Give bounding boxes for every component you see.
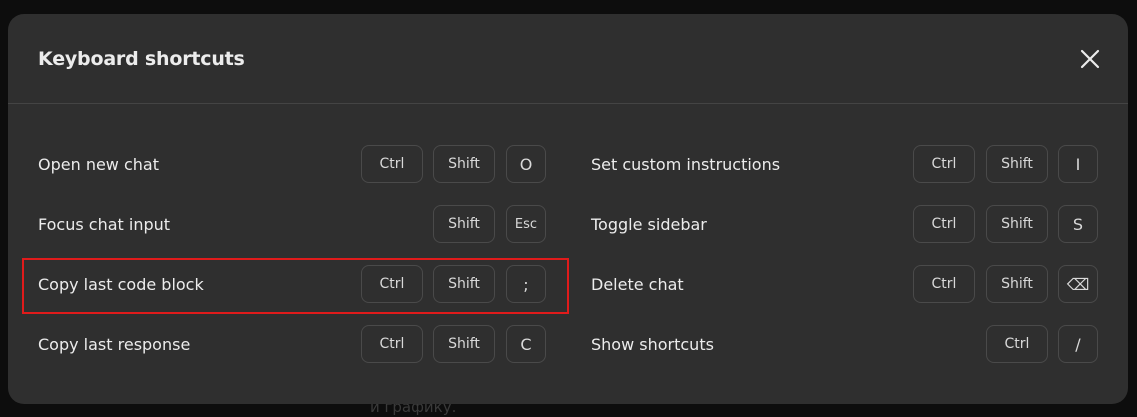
shortcut-label: Copy last response	[38, 335, 191, 354]
key-ctrl: Ctrl	[361, 145, 423, 183]
shortcut-row-set-custom-instructions: Set custom instructions Ctrl Shift I	[591, 145, 1101, 185]
shortcut-row-toggle-sidebar: Toggle sidebar Ctrl Shift S	[591, 205, 1101, 245]
key-shift: Shift	[986, 265, 1048, 303]
shortcut-row-copy-last-response: Copy last response Ctrl Shift C	[38, 325, 548, 365]
shortcut-label: Delete chat	[591, 275, 684, 294]
key-ctrl: Ctrl	[986, 325, 1048, 363]
key-ctrl: Ctrl	[913, 205, 975, 243]
close-button[interactable]	[1078, 47, 1102, 71]
shortcut-row-focus-chat-input: Focus chat input Shift Esc	[38, 205, 548, 245]
dialog-header: Keyboard shortcuts	[8, 14, 1128, 104]
shortcut-row-open-new-chat: Open new chat Ctrl Shift O	[38, 145, 548, 185]
key-ctrl: Ctrl	[361, 325, 423, 363]
close-icon	[1080, 49, 1100, 69]
key-slash: /	[1058, 325, 1098, 363]
key-i: I	[1058, 145, 1098, 183]
key-c: C	[506, 325, 546, 363]
shortcut-label: Show shortcuts	[591, 335, 714, 354]
shortcut-label: Open new chat	[38, 155, 159, 174]
key-esc: Esc	[506, 205, 546, 243]
shortcut-label: Focus chat input	[38, 215, 171, 234]
key-ctrl: Ctrl	[913, 145, 975, 183]
shortcut-row-delete-chat: Delete chat Ctrl Shift ⌫	[591, 265, 1101, 305]
key-s: S	[1058, 205, 1098, 243]
dialog-title: Keyboard shortcuts	[38, 48, 245, 70]
key-shift: Shift	[433, 205, 495, 243]
shortcut-row-show-shortcuts: Show shortcuts Ctrl /	[591, 325, 1101, 365]
key-o: O	[506, 145, 546, 183]
highlight-annotation	[22, 258, 569, 314]
key-shift: Shift	[433, 145, 495, 183]
shortcut-label: Toggle sidebar	[591, 215, 707, 234]
key-shift: Shift	[986, 145, 1048, 183]
key-shift: Shift	[986, 205, 1048, 243]
shortcut-label: Set custom instructions	[591, 155, 781, 174]
keyboard-shortcuts-dialog: Keyboard shortcuts Open new chat Ctrl Sh…	[8, 14, 1128, 404]
backspace-icon: ⌫	[1058, 265, 1098, 303]
key-ctrl: Ctrl	[913, 265, 975, 303]
key-shift: Shift	[433, 325, 495, 363]
